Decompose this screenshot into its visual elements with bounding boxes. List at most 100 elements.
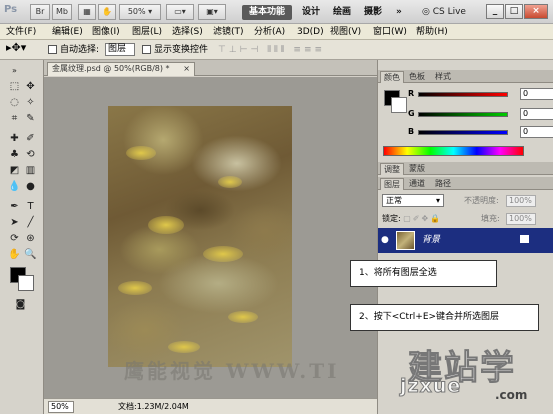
3d-rotate-tool-icon[interactable]: ⟳ bbox=[8, 232, 21, 245]
maximize-button[interactable]: □ bbox=[505, 4, 523, 19]
menu-3d[interactable]: 3D(D) bbox=[297, 25, 324, 39]
toolbox-collapse-icon[interactable]: » bbox=[8, 64, 21, 77]
menu-filter[interactable]: 滤镜(T) bbox=[213, 25, 244, 39]
history-brush-tool-icon[interactable]: ⟲ bbox=[24, 148, 37, 161]
grid-icon[interactable]: ▦ bbox=[78, 4, 96, 20]
tab-styles[interactable]: 样式 bbox=[432, 71, 454, 83]
eraser-tool-icon[interactable]: ◩ bbox=[8, 164, 21, 177]
menu-image[interactable]: 图像(I) bbox=[92, 25, 120, 39]
screen-mode-button[interactable]: ▣▾ bbox=[198, 4, 226, 20]
red-slider[interactable] bbox=[418, 92, 508, 97]
blue-label: B bbox=[408, 127, 415, 136]
move-tool-icon[interactable]: ✥ bbox=[24, 80, 37, 93]
panel-background-swatch[interactable] bbox=[391, 97, 407, 113]
type-tool-icon[interactable]: T bbox=[24, 200, 37, 213]
blend-mode-value: 正常 bbox=[386, 196, 402, 205]
eye-icon[interactable]: ● bbox=[381, 235, 393, 245]
menu-edit[interactable]: 编辑(E) bbox=[52, 25, 83, 39]
document-info[interactable]: 文档:1.23M/2.04M bbox=[118, 401, 189, 413]
document-tab[interactable]: 金属纹理.psd @ 50%(RGB/8) * × bbox=[47, 62, 195, 76]
crop-tool-icon[interactable]: ⌗ bbox=[8, 112, 21, 125]
minibridge-button[interactable]: Mb bbox=[52, 4, 72, 20]
menu-bar: 文件(F) 编辑(E) 图像(I) 图层(L) 选择(S) 滤镜(T) 分析(A… bbox=[0, 24, 553, 40]
lock-icons[interactable]: ▢✐✥🔒 bbox=[403, 214, 442, 223]
bridge-button[interactable]: Br bbox=[30, 4, 50, 20]
tab-channels[interactable]: 通道 bbox=[406, 178, 428, 190]
hand-icon[interactable]: ✋ bbox=[98, 4, 116, 20]
auto-select-dropdown[interactable]: 图层 bbox=[105, 43, 135, 56]
menu-help[interactable]: 帮助(H) bbox=[416, 25, 448, 39]
blend-mode-dropdown[interactable]: 正常 ▾ bbox=[382, 194, 444, 207]
marquee-tool-icon[interactable]: ⬚ bbox=[8, 80, 21, 93]
layer-name: 背景 bbox=[422, 235, 441, 245]
clone-stamp-tool-icon[interactable]: ♣ bbox=[8, 148, 21, 161]
tab-color[interactable]: 颜色 bbox=[380, 71, 404, 83]
workspace-essentials[interactable]: 基本功能 bbox=[242, 5, 292, 20]
menu-layer[interactable]: 图层(L) bbox=[132, 25, 162, 39]
3d-orbit-tool-icon[interactable]: ⊛ bbox=[24, 232, 37, 245]
red-value-input[interactable]: 0 bbox=[520, 88, 553, 100]
arrange-documents-button[interactable]: ▭▾ bbox=[166, 4, 194, 20]
metal-texture-image[interactable] bbox=[108, 106, 292, 367]
lasso-tool-icon[interactable]: ◌ bbox=[8, 96, 21, 109]
quick-select-tool-icon[interactable]: ✧ bbox=[24, 96, 37, 109]
menu-select[interactable]: 选择(S) bbox=[172, 25, 203, 39]
texture-highlight bbox=[203, 246, 243, 262]
texture-highlight bbox=[118, 281, 152, 295]
menu-file[interactable]: 文件(F) bbox=[6, 25, 36, 39]
status-zoom-field[interactable]: 50% bbox=[48, 401, 74, 413]
texture-highlight bbox=[126, 146, 156, 160]
blue-value-input[interactable]: 0 bbox=[520, 126, 553, 138]
zoom-level-dropdown[interactable]: 50% ▾ bbox=[119, 4, 161, 20]
opacity-input[interactable]: 100% bbox=[506, 195, 536, 207]
shape-tool-icon[interactable]: ╱ bbox=[24, 216, 37, 229]
hand-tool-icon[interactable]: ✋ bbox=[8, 248, 21, 261]
color-spectrum-bar[interactable] bbox=[383, 146, 524, 156]
workspace-photography[interactable]: 摄影 bbox=[364, 5, 382, 20]
tab-masks[interactable]: 蒙版 bbox=[406, 163, 428, 175]
workspace-painting[interactable]: 绘画 bbox=[333, 5, 351, 20]
green-value-input[interactable]: 0 bbox=[520, 108, 553, 120]
green-label: G bbox=[408, 109, 415, 118]
eyedropper-tool-icon[interactable]: ✎ bbox=[24, 112, 37, 125]
menu-analysis[interactable]: 分析(A) bbox=[254, 25, 285, 39]
status-bar: 50% 文档:1.23M/2.04M bbox=[44, 398, 377, 414]
workspace-design[interactable]: 设计 bbox=[302, 5, 320, 20]
document-close-icon[interactable]: × bbox=[183, 63, 190, 75]
quick-mask-icon[interactable]: ◙ bbox=[14, 298, 27, 311]
blur-tool-icon[interactable]: 💧 bbox=[8, 180, 21, 193]
path-selection-tool-icon[interactable]: ➤ bbox=[8, 216, 21, 229]
red-label: R bbox=[408, 89, 415, 98]
canvas-area[interactable]: 鹰能视觉 WWW.TI bbox=[44, 77, 377, 398]
zoom-tool-icon[interactable]: 🔍 bbox=[24, 248, 37, 261]
background-color-swatch[interactable] bbox=[18, 275, 34, 291]
dodge-tool-icon[interactable]: ● bbox=[24, 180, 37, 193]
callout-step-2: 2、按下<Ctrl+E>键合并所选图层 bbox=[350, 304, 539, 331]
blue-slider[interactable] bbox=[418, 130, 508, 135]
menu-window[interactable]: 窗口(W) bbox=[373, 25, 407, 39]
tab-layers[interactable]: 图层 bbox=[380, 178, 404, 190]
lock-icon bbox=[520, 235, 529, 243]
auto-select-checkbox[interactable] bbox=[48, 45, 57, 54]
minimize-button[interactable]: _ bbox=[486, 4, 504, 19]
brush-tool-icon[interactable]: ✐ bbox=[24, 132, 37, 145]
tab-paths[interactable]: 路径 bbox=[432, 178, 454, 190]
title-bar: Ps Br Mb ▦ ✋ 50% ▾ ▭▾ ▣▾ 基本功能 设计 绘画 摄影 »… bbox=[0, 0, 553, 24]
gradient-tool-icon[interactable]: ▥ bbox=[24, 164, 37, 177]
fill-input[interactable]: 100% bbox=[506, 213, 536, 225]
green-slider[interactable] bbox=[418, 112, 508, 117]
pen-tool-icon[interactable]: ✒ bbox=[8, 200, 21, 213]
menu-view[interactable]: 视图(V) bbox=[330, 25, 361, 39]
tab-adjustments[interactable]: 调整 bbox=[380, 163, 404, 175]
cs-live-button[interactable]: ◎ CS Live bbox=[422, 5, 478, 20]
show-transform-checkbox[interactable] bbox=[142, 45, 151, 54]
options-bar: ▸✥▾ 自动选择: 图层 显示变换控件 ⊤⊥⊢⊣ ⫴⫴⫴ ≡≡≡ bbox=[0, 40, 553, 60]
healing-brush-tool-icon[interactable]: ✚ bbox=[8, 132, 21, 145]
align-buttons-icon[interactable]: ⊤⊥⊢⊣ ⫴⫴⫴ ≡≡≡ bbox=[218, 44, 325, 56]
layer-thumbnail bbox=[396, 231, 415, 250]
close-button[interactable]: × bbox=[524, 4, 548, 19]
move-tool-preset-icon[interactable]: ▸✥▾ bbox=[6, 42, 26, 54]
tab-swatches[interactable]: 色板 bbox=[406, 71, 428, 83]
more-workspaces-button[interactable]: » bbox=[396, 5, 402, 20]
layer-row-background[interactable]: ● 背景 bbox=[378, 228, 553, 253]
